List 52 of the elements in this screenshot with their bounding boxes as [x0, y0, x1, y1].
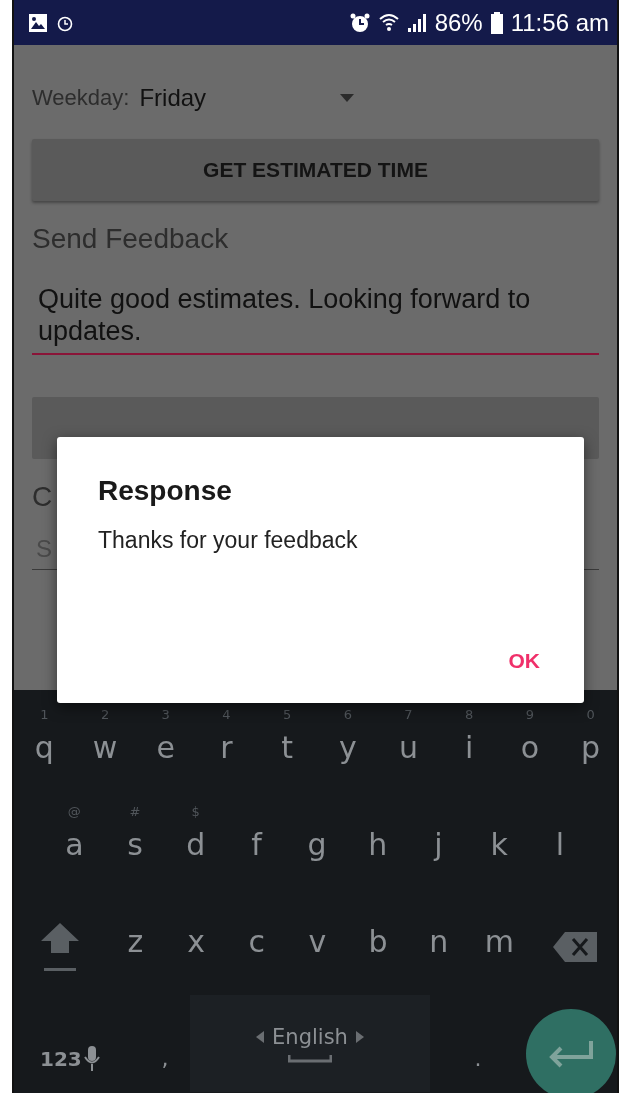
keyboard-key[interactable]: k	[468, 801, 530, 898]
keyboard-key[interactable]: 8 i	[438, 704, 500, 801]
alarm-icon	[348, 11, 371, 34]
keyboard-key[interactable]: 9 o	[499, 704, 561, 801]
keyboard-key[interactable]: b	[347, 898, 409, 995]
period-key[interactable]: .	[430, 1016, 526, 1071]
keyboard-key[interactable]: 6 y	[317, 704, 379, 801]
dialog-message: Thanks for your feedback	[98, 527, 359, 554]
keyboard-key[interactable]: j	[408, 801, 469, 898]
space-bar[interactable]: English	[190, 995, 430, 1092]
left-arrow-icon	[256, 1030, 265, 1043]
ok-button[interactable]: OK	[494, 639, 554, 683]
keyboard-key[interactable]: h	[347, 801, 409, 898]
keyboard-key[interactable]: # s	[104, 801, 166, 898]
keyboard-key[interactable]: g	[286, 801, 348, 898]
clock-time: 11:56 am	[510, 8, 609, 37]
wifi-icon	[378, 11, 399, 34]
keyboard-key[interactable]: 5 t	[256, 704, 318, 801]
microphone-icon	[83, 1045, 100, 1072]
keyboard-key[interactable]: z	[105, 898, 166, 995]
keyboard-key[interactable]: f	[226, 801, 287, 898]
keyboard-key[interactable]: 1 q	[14, 704, 75, 801]
battery-percent: 86%	[434, 8, 483, 37]
keyboard-key[interactable]: 7 u	[378, 704, 439, 801]
signal-icon	[406, 12, 427, 33]
keyboard-key[interactable]: 0 p	[560, 704, 617, 801]
weekday-label: Weekday:	[32, 85, 130, 111]
keyboard-key[interactable]: 2 w	[74, 704, 136, 801]
section-heading: C	[32, 481, 53, 513]
battery-icon	[490, 11, 503, 34]
right-arrow-icon	[355, 1030, 364, 1043]
keyboard-key[interactable]: x	[165, 898, 227, 995]
keyboard-key[interactable]: n	[408, 898, 470, 995]
keyboard-key[interactable]: l	[529, 801, 591, 898]
comma-key[interactable]: ,	[140, 1016, 190, 1071]
keyboard-key[interactable]: c	[226, 898, 288, 995]
keyboard-key[interactable]: m	[469, 898, 530, 995]
dropdown-arrow-icon	[340, 94, 355, 102]
keyboard-key[interactable]: @ a	[44, 801, 105, 898]
enter-icon	[547, 1038, 595, 1069]
keyboard-key[interactable]: $ d	[165, 801, 227, 898]
section-heading: Send Feedback	[32, 223, 230, 255]
image-icon	[28, 12, 48, 33]
keyboard-key[interactable]: 3 e	[135, 704, 197, 801]
backspace-icon	[553, 931, 598, 962]
feedback-field[interactable]: Quite good estimates. Looking forward to updates.	[32, 275, 599, 355]
space-icon	[288, 1054, 332, 1063]
weekday-dropdown[interactable]: Friday	[139, 84, 355, 112]
keyboard-key[interactable]: 4 r	[196, 704, 257, 801]
numbers-key[interactable]: 123	[40, 1015, 140, 1072]
keyboard-key[interactable]: v	[287, 898, 348, 995]
dialog-title: Response	[98, 475, 233, 507]
